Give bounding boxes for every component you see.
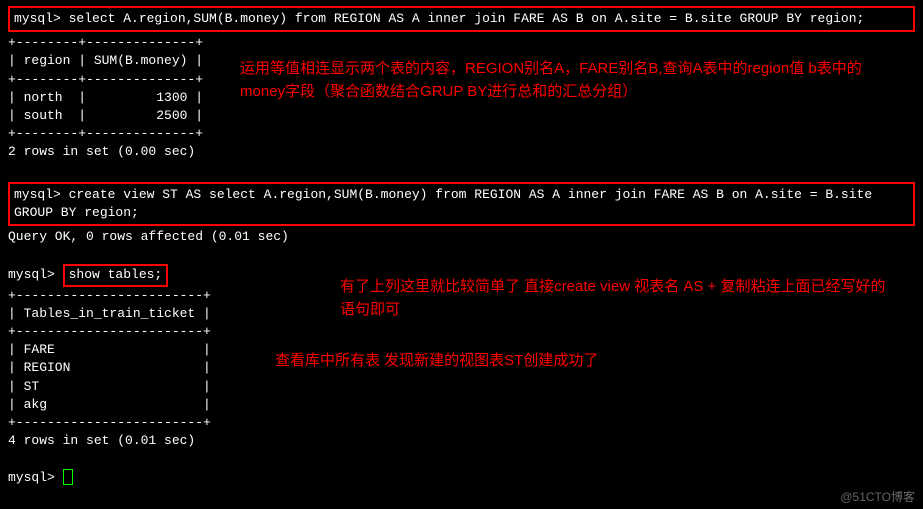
table2-footer: 4 rows in set (0.01 sec) <box>8 432 915 450</box>
sql-query-1: select A.region,SUM(B.money) from REGION… <box>69 11 865 26</box>
table2-row-3: | akg | <box>8 396 915 414</box>
annotation-3: 查看库中所有表 发现新建的视图表ST创建成功了 <box>275 350 895 373</box>
table1-border-top: +--------+--------------+ <box>8 34 915 52</box>
final-prompt-line[interactable]: mysql> <box>8 469 915 487</box>
sql-query-2: create view ST AS select A.region,SUM(B.… <box>14 187 880 220</box>
annotation-1: 运用等值相连显示两个表的内容，REGION别名A，FARE别名B,查询A表中的r… <box>240 58 900 103</box>
highlighted-query-1: mysql> select A.region,SUM(B.money) from… <box>8 6 915 32</box>
mysql-prompt: mysql> <box>14 11 69 26</box>
table1-border-bot: +--------+--------------+ <box>8 125 915 143</box>
table2-border-mid: +------------------------+ <box>8 323 915 341</box>
highlighted-query-2: mysql> create view ST AS select A.region… <box>8 182 915 226</box>
mysql-prompt: mysql> <box>8 267 63 282</box>
mysql-prompt: mysql> <box>8 470 63 485</box>
watermark-text: @51CTO博客 <box>840 488 915 505</box>
table2-border-bot: +------------------------+ <box>8 414 915 432</box>
cursor-icon <box>63 469 73 485</box>
result-2: Query OK, 0 rows affected (0.01 sec) <box>8 228 915 246</box>
mysql-prompt: mysql> <box>14 187 69 202</box>
table1-row-1: | south | 2500 | <box>8 107 915 125</box>
highlighted-query-3: show tables; <box>63 264 169 286</box>
annotation-2: 有了上列这里就比较简单了 直接create view 视表名 AS + 复制粘连… <box>340 276 900 321</box>
table1-footer: 2 rows in set (0.00 sec) <box>8 143 915 161</box>
sql-query-3: show tables; <box>69 267 163 282</box>
table2-row-2: | ST | <box>8 378 915 396</box>
